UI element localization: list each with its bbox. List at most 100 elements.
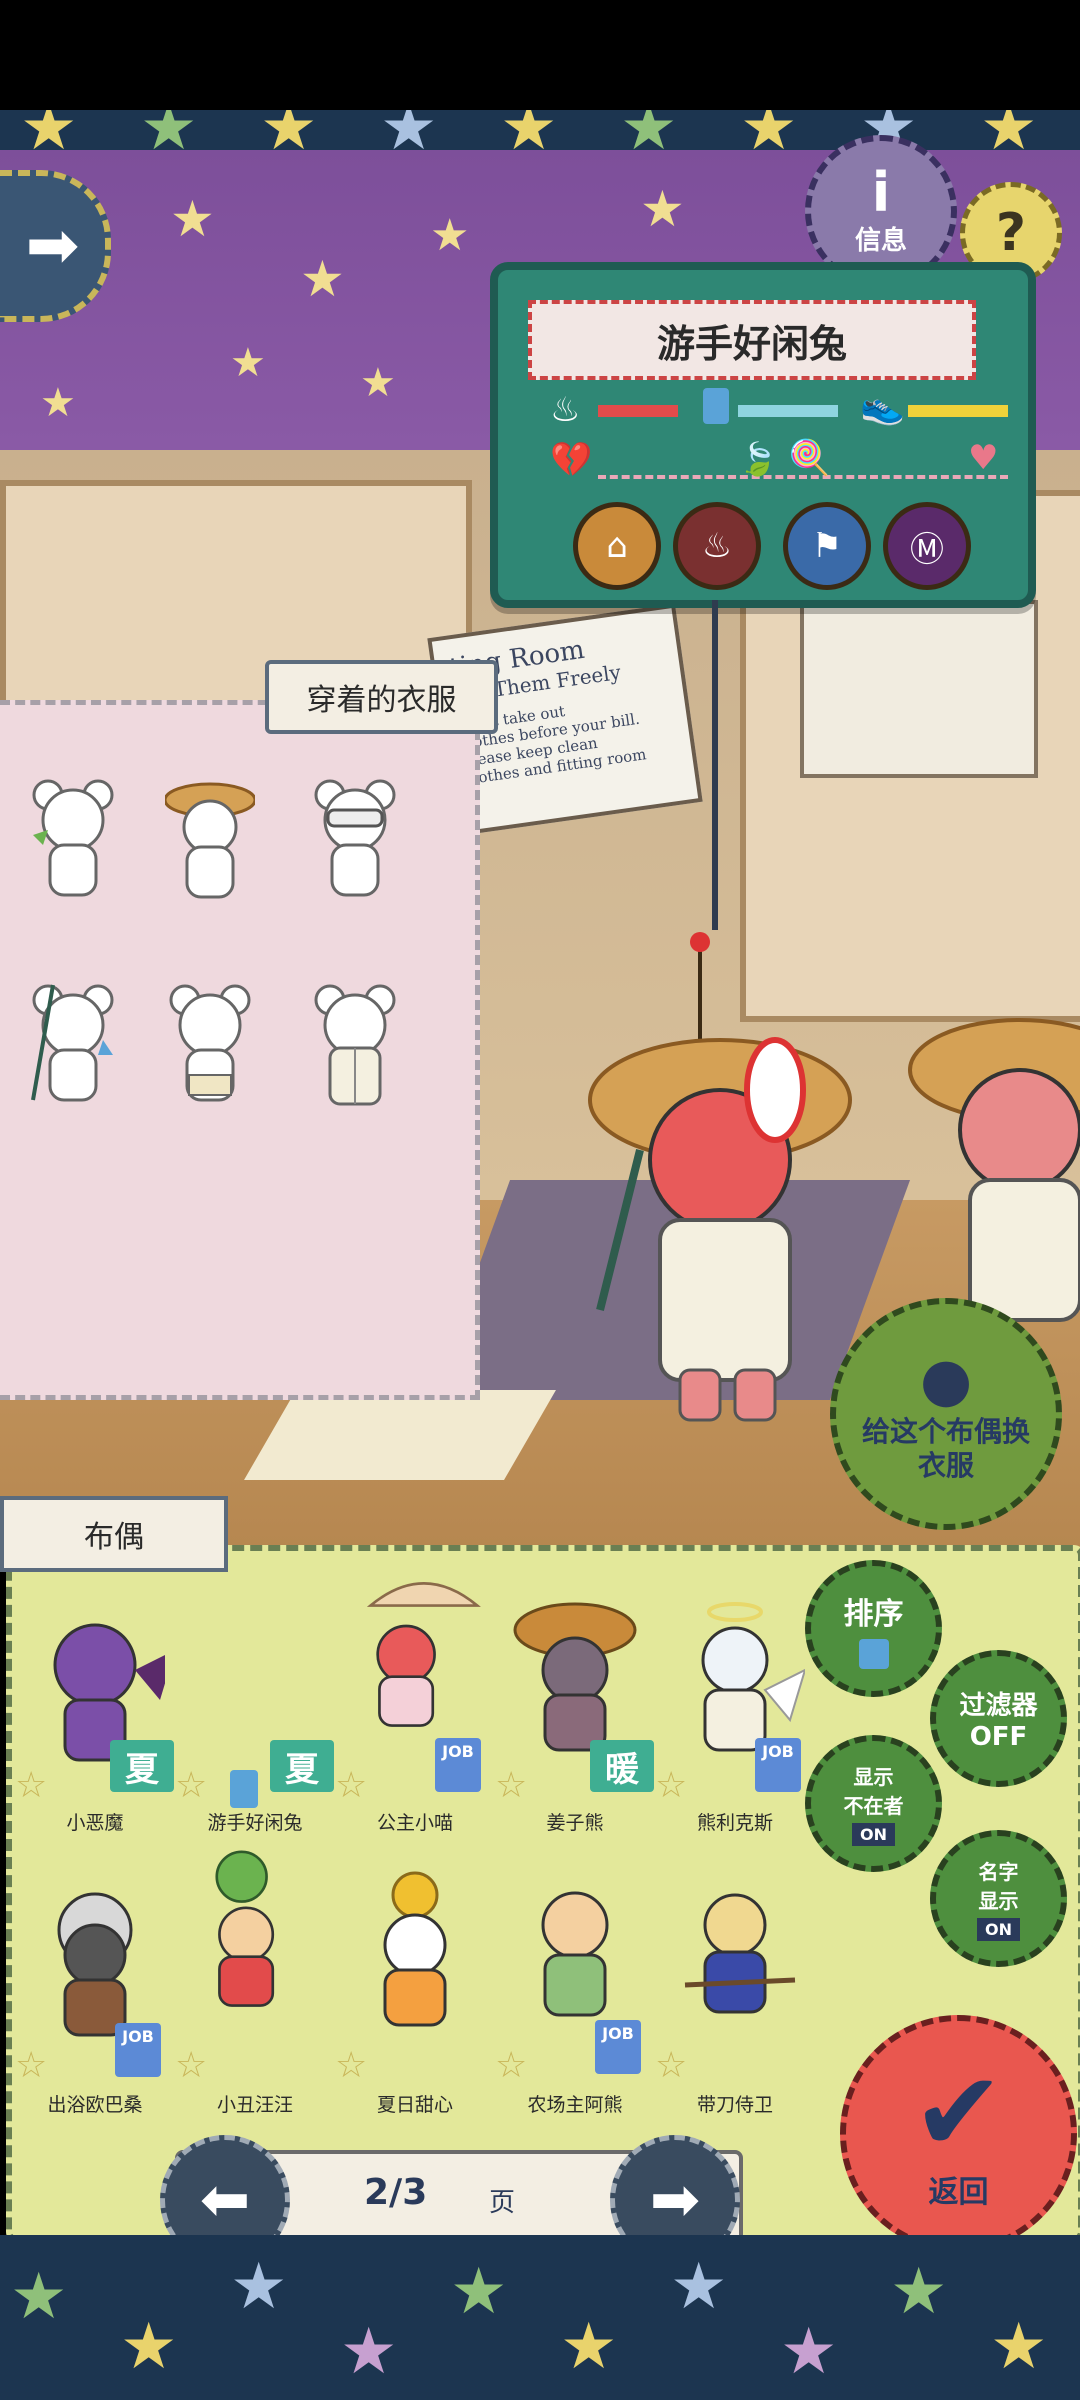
return-button[interactable]: ✔ 返回 xyxy=(840,2015,1077,2252)
doll-figure xyxy=(57,1892,133,2037)
book-icon xyxy=(703,388,729,424)
clothes-slot-robe[interactable] xyxy=(310,980,400,1110)
show-absent-toggle[interactable]: 显示 不在者 ON xyxy=(805,1735,942,1872)
show-absent-label: 显示 xyxy=(853,1765,894,1789)
doll-name: 出浴欧巴桑 xyxy=(47,2094,143,2116)
job-tag: JOB xyxy=(115,2023,161,2077)
doll-name: 游手好闲兔 xyxy=(656,321,847,366)
filter-button[interactable]: 过滤器 OFF xyxy=(930,1650,1067,1787)
doll-figure xyxy=(513,1602,637,1752)
change-clothes-button[interactable]: ● 给这个布偶换衣服 xyxy=(830,1298,1062,1530)
status-bar-area xyxy=(0,0,1080,110)
show-name-toggle[interactable]: 名字 显示 ON xyxy=(930,1830,1067,1967)
sort-label: 排序 xyxy=(843,1596,904,1632)
show-absent-state: ON xyxy=(852,1823,895,1846)
doll-card[interactable]: ☆ 夏 小恶魔 xyxy=(15,1590,175,1834)
show-name-label: 名字 xyxy=(978,1860,1019,1884)
doll-card[interactable]: ☆ 带刀侍卫 xyxy=(655,1880,815,2116)
book-icon xyxy=(230,1770,258,1808)
doll-list-tab: 布偶 xyxy=(0,1496,228,1572)
season-tag: 夏 xyxy=(270,1740,334,1792)
doll-list-tab-label: 布偶 xyxy=(84,1520,144,1555)
checkmark-icon: ✔ xyxy=(912,2047,1005,2176)
change-clothes-label: 给这个布偶换衣服 xyxy=(861,1415,1030,1482)
worn-clothes-panel xyxy=(0,700,480,1400)
job-tag: JOB xyxy=(755,1738,801,1792)
doll-info-panel: 游手好闲兔 ♨ 👟 💔 🍃 🍭 ♥ ⌂ ♨ ⚑ Ⓜ xyxy=(490,262,1036,608)
arrow-right-icon: ➡ xyxy=(25,209,80,283)
broken-heart-icon: 💔 xyxy=(550,440,593,480)
wall-star-icon: ★ xyxy=(360,360,396,406)
star-rating-icon: ☆ xyxy=(655,1765,688,1806)
doll-card[interactable]: ☆ JOB 出浴欧巴桑 xyxy=(15,1875,175,2116)
doll-card[interactable]: ☆ 夏日甜心 xyxy=(335,1870,495,2116)
mirror-sign xyxy=(800,600,1038,778)
clothes-slot-straw-hat[interactable] xyxy=(165,775,255,905)
doll-card[interactable]: ☆ 暖 姜子熊 xyxy=(495,1590,655,1834)
page-indicator: 2/3 xyxy=(364,2172,428,2213)
wall-star-icon: ★ xyxy=(430,210,470,261)
job-tag: JOB xyxy=(595,2020,641,2074)
bear-head-icon: ● xyxy=(919,1345,973,1415)
doll-figure xyxy=(701,1602,805,1752)
show-name-state: ON xyxy=(977,1918,1020,1941)
filter-label: 过滤器 xyxy=(959,1691,1038,1721)
hanging-string xyxy=(712,600,718,930)
doll-figure xyxy=(541,1891,609,2017)
selected-doll-figure xyxy=(588,932,852,1422)
doll-name: 小丑汪汪 xyxy=(216,2094,293,2116)
doll-name: 夏日甜心 xyxy=(376,2094,453,2116)
wall-star-icon: ★ xyxy=(230,340,266,386)
clothes-slot-pants[interactable] xyxy=(165,980,255,1110)
wall-star-icon: ★ xyxy=(300,250,345,308)
doll-card[interactable]: ☆ 小丑汪汪 xyxy=(175,1850,335,2116)
star-rating-icon: ☆ xyxy=(655,2045,688,2086)
clothes-slot-goggles[interactable] xyxy=(310,775,400,905)
arrow-left-icon: ⬅ xyxy=(199,2165,251,2235)
star-rating-icon: ☆ xyxy=(495,2045,528,2086)
return-label: 返回 xyxy=(928,2174,989,2210)
doll-name: 公主小喵 xyxy=(376,1812,453,1834)
chef-hat-icon: ♨ xyxy=(550,390,581,430)
doll-card[interactable]: ☆ JOB 农场主阿熊 xyxy=(495,1880,655,2116)
clothes-slot-leaf[interactable] xyxy=(28,775,118,905)
doll-card[interactable]: ☆ JOB 公主小喵 xyxy=(335,1570,495,1834)
page-unit: 页 xyxy=(489,2188,516,2218)
star-rating-icon: ☆ xyxy=(15,1765,48,1806)
heart-icon: ♥ xyxy=(968,438,999,478)
doll-name: 小恶魔 xyxy=(66,1812,124,1834)
wall-star-icon: ★ xyxy=(40,380,76,426)
chef-medal-icon: ♨ xyxy=(673,502,761,590)
info-button-label: 信息 xyxy=(854,225,907,256)
doll-name: 农场主阿熊 xyxy=(527,2094,623,2116)
doll-name: 姜子熊 xyxy=(546,1812,604,1834)
star-rating-icon: ☆ xyxy=(15,2045,48,2086)
arrow-right-icon: ➡ xyxy=(649,2165,701,2235)
doll-figure xyxy=(215,1850,275,2007)
info-icon: i xyxy=(871,160,891,224)
season-tag: 暖 xyxy=(590,1740,654,1792)
doll-figure xyxy=(383,1871,447,2027)
job-tag: JOB xyxy=(435,1738,481,1792)
doll-name: 带刀侍卫 xyxy=(696,2094,773,2116)
bottom-star-border: ★ ★ ★ ★ ★ ★ ★ ★ ★ ★ xyxy=(0,2235,1080,2400)
leaf-icon: 🍃 xyxy=(738,440,778,478)
doll-card[interactable]: ☆ 夏 游手好闲兔 xyxy=(175,1590,335,1834)
candy-icon: 🍭 xyxy=(788,438,831,478)
clothes-slot-fishing-rod[interactable] xyxy=(28,980,118,1110)
star-rating-icon: ☆ xyxy=(335,1765,368,1806)
doll-name: 熊利克斯 xyxy=(696,1812,773,1834)
show-name-label: 显示 xyxy=(978,1889,1019,1913)
season-tag: 夏 xyxy=(110,1740,174,1792)
doll-card[interactable]: ☆ JOB 熊利克斯 xyxy=(655,1590,815,1834)
floor-tile xyxy=(244,1390,556,1480)
doll-figure xyxy=(366,1582,481,1727)
doll-name: 游手好闲兔 xyxy=(207,1812,303,1834)
sort-button[interactable]: 排序 xyxy=(805,1560,942,1697)
worn-clothes-title: 穿着的衣服 xyxy=(265,660,498,734)
filter-state: OFF xyxy=(969,1722,1028,1752)
worn-clothes-title-text: 穿着的衣服 xyxy=(306,683,457,718)
m-medal-icon: Ⓜ xyxy=(883,502,971,590)
star-rating-icon: ☆ xyxy=(175,1765,208,1806)
star-rating-icon: ☆ xyxy=(335,2045,368,2086)
